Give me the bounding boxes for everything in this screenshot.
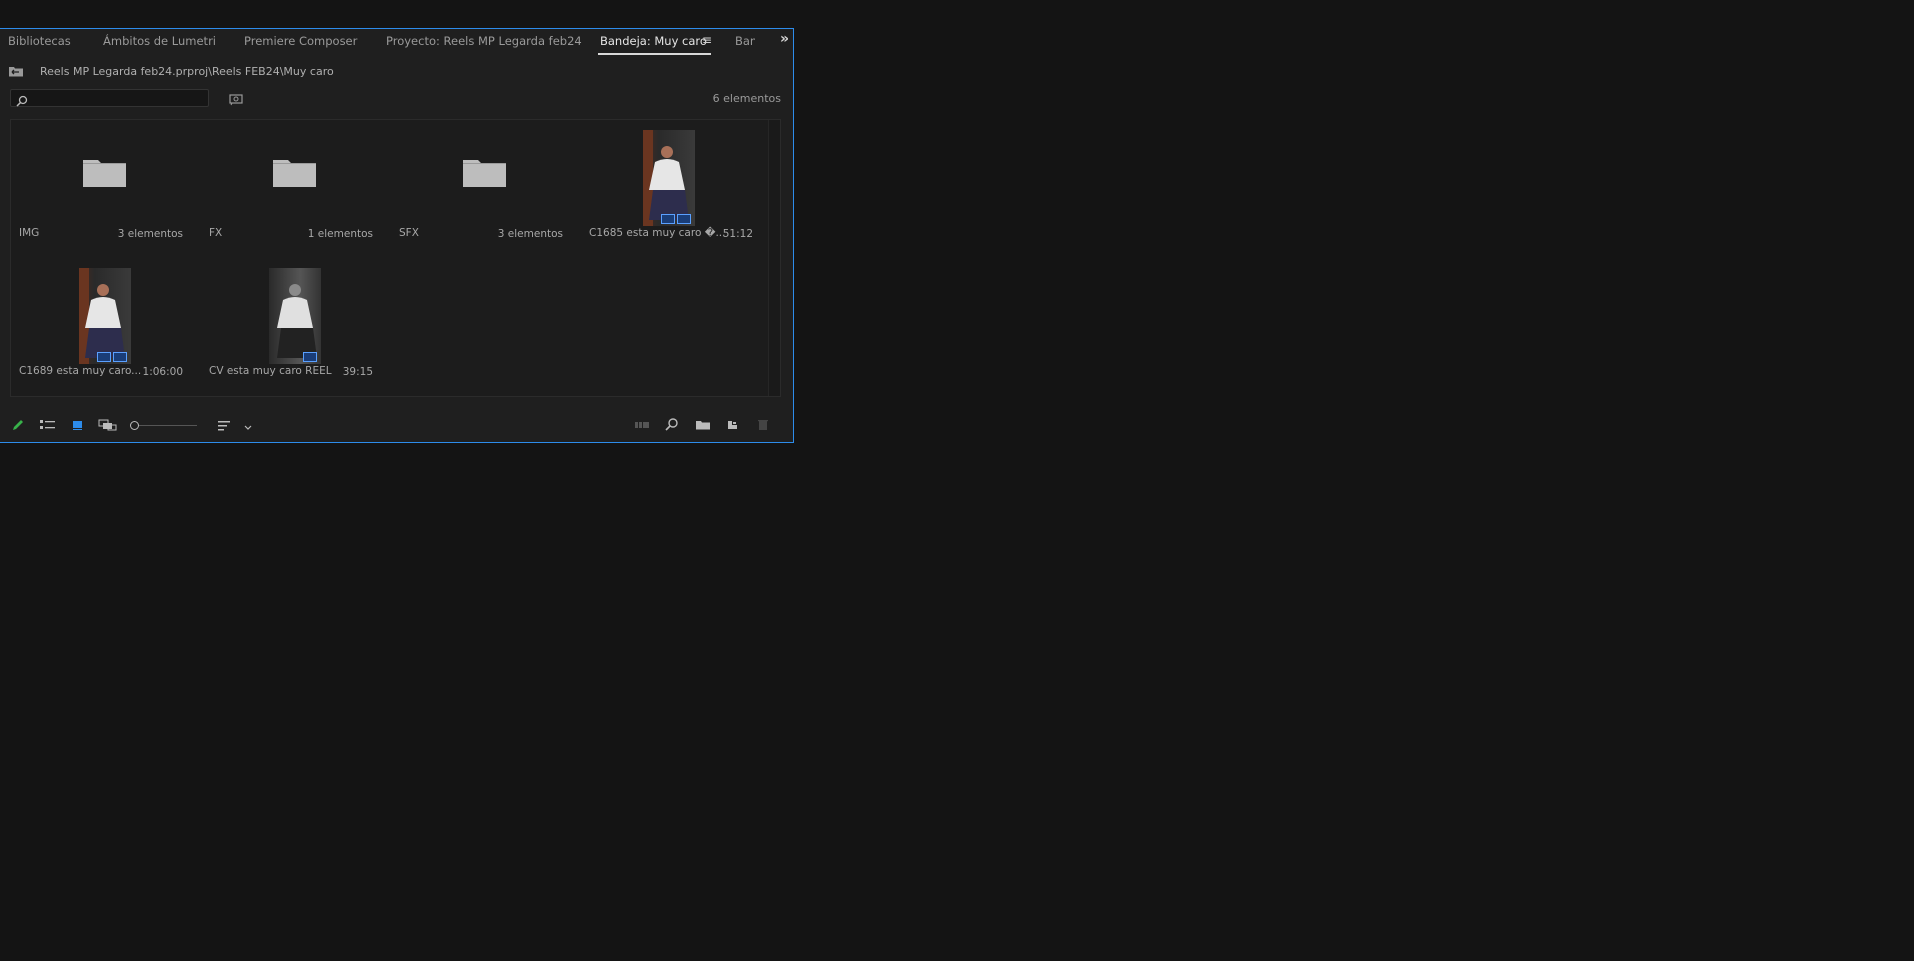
bin-item-folder[interactable]: IMG 3 elementos [11, 122, 191, 247]
new-bin-icon[interactable] [694, 417, 712, 437]
bin-path: Reels MP Legarda feb24.prproj\Reels FEB2… [40, 64, 334, 78]
sort-icon[interactable] [216, 417, 232, 437]
item-duration: 39:15 [342, 366, 373, 378]
item-meta: 3 elementos [117, 228, 183, 240]
tab-truncated[interactable]: Ban [735, 34, 755, 48]
active-tab-underline [598, 53, 711, 55]
thumbnail [581, 122, 761, 226]
clip-thumbnail [79, 268, 131, 364]
video-track-icon [661, 214, 675, 224]
person-image [79, 268, 125, 364]
tab-lumetri-scopes[interactable]: Ámbitos de Lumetri [103, 34, 216, 48]
parent-folder-icon[interactable] [8, 65, 24, 77]
freeform-view-icon[interactable] [98, 417, 118, 437]
breadcrumb: Reels MP Legarda feb24.prproj\Reels FEB2… [8, 63, 334, 79]
bin-item-clip[interactable]: C1689 esta muy caro... 1:06:00 [11, 260, 191, 385]
thumbnail [201, 260, 381, 364]
bin-item-folder[interactable]: FX 1 elementos [201, 122, 381, 247]
audio-track-icon [113, 352, 127, 362]
thumbnail [201, 122, 381, 222]
item-name: FX [209, 227, 223, 239]
chevron-down-icon[interactable] [243, 418, 253, 437]
thumbnail [11, 122, 191, 222]
search-icon [16, 92, 28, 111]
tab-bin-muy-caro[interactable]: Bandeja: Muy caro [598, 34, 711, 55]
item-duration: 1:06:00 [142, 366, 183, 378]
sequence-badges [303, 352, 317, 362]
bin-item-clip[interactable]: C1685 esta muy caro �... 51:12 [581, 122, 761, 247]
clip-thumbnail [643, 130, 695, 226]
audio-track-icon [677, 214, 691, 224]
tab-premiere-composer[interactable]: Premiere Composer [244, 34, 357, 48]
tab-project[interactable]: Proyecto: Reels MP Legarda feb24 [386, 34, 582, 48]
item-meta: 1 elementos [307, 228, 373, 240]
automate-sequence-icon [633, 417, 651, 437]
trash-icon [755, 417, 771, 437]
sequence-icon [303, 352, 317, 362]
folder-icon [463, 160, 506, 187]
find-icon[interactable] [664, 417, 680, 437]
bin-icon-grid[interactable]: IMG 3 elementos FX 1 elementos SFX 3 ele [10, 119, 781, 397]
clip-badges [661, 214, 691, 224]
item-name: C1689 esta muy caro... [19, 365, 142, 377]
clip-badges [97, 352, 127, 362]
panel-tab-bar: Bibliotecas Ámbitos de Lumetri Premiere … [0, 29, 793, 55]
sequence-thumbnail [269, 268, 321, 364]
bin-panel: Bibliotecas Ámbitos de Lumetri Premiere … [0, 28, 794, 443]
item-duration: 51:12 [722, 228, 753, 240]
tab-bibliotecas[interactable]: Bibliotecas [8, 34, 71, 48]
zoom-slider-knob[interactable] [130, 421, 139, 430]
search-options-icon[interactable] [229, 91, 243, 110]
zoom-slider-track[interactable] [137, 425, 197, 426]
item-meta: 3 elementos [497, 228, 563, 240]
thumbnail [391, 122, 571, 222]
bin-toolbar [0, 414, 793, 438]
folder-icon [273, 160, 316, 187]
item-name: C1685 esta muy caro �... [589, 227, 726, 239]
person-image [643, 130, 689, 226]
item-name: SFX [399, 227, 419, 239]
video-track-icon [97, 352, 111, 362]
vertical-scrollbar[interactable] [768, 120, 780, 396]
new-item-icon[interactable] [725, 417, 741, 437]
tab-menu-icon[interactable]: ≡ [702, 33, 712, 47]
tab-overflow-icon[interactable]: » [780, 31, 789, 47]
search-input[interactable] [31, 90, 206, 106]
item-name: IMG [19, 227, 40, 239]
search-field[interactable] [10, 89, 209, 107]
thumbnail [11, 260, 191, 364]
bin-item-sequence[interactable]: CV esta muy caro REEL 39:15 [201, 260, 381, 385]
list-view-icon[interactable] [39, 417, 57, 437]
pencil-icon[interactable] [10, 417, 26, 437]
item-count: 6 elementos [712, 92, 781, 105]
icon-view-icon[interactable] [70, 417, 86, 437]
bin-item-folder[interactable]: SFX 3 elementos [391, 122, 571, 247]
person-image [277, 284, 317, 358]
item-name: CV esta muy caro REEL [209, 365, 332, 377]
tab-bin-label: Bandeja: Muy caro [600, 34, 707, 48]
folder-icon [83, 160, 126, 187]
